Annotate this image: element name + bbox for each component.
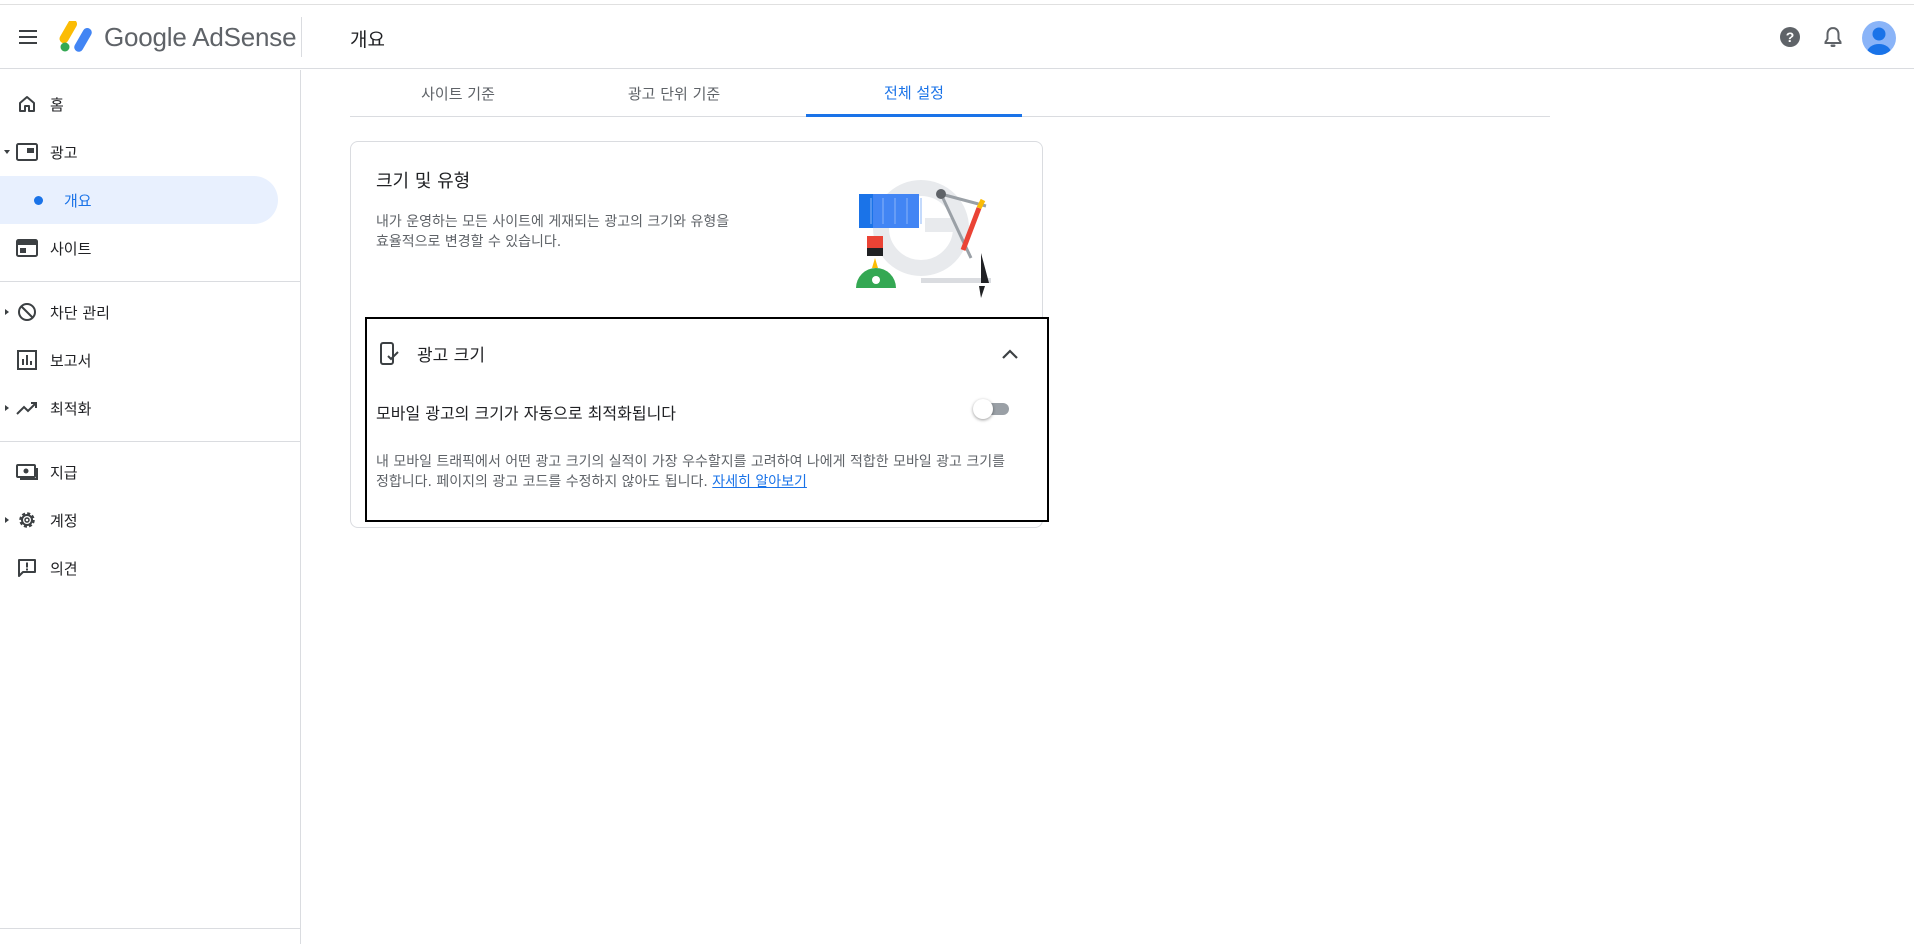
active-dot [34,195,43,205]
sidebar-divider [0,441,300,442]
svg-text:?: ? [1786,29,1795,45]
block-icon [15,300,39,324]
app-logo-text[interactable]: Google AdSense [104,22,297,53]
top-app-bar: Google AdSense 개요 ? [0,5,1914,69]
header-divider [301,17,302,57]
auto-optimize-toggle[interactable] [973,398,1011,420]
ad-size-panel: 광고 크기 모바일 광고의 크기가 자동으로 최적화됩니다 내 모바일 트래픽에… [365,317,1049,522]
collapsed-caret-icon [4,309,10,315]
help-icon[interactable]: ? [1776,23,1804,51]
sidebar-item-feedback[interactable]: 의견 [0,544,278,592]
payments-icon [15,460,39,484]
toggle-knob [973,399,993,419]
account-avatar[interactable] [1862,21,1896,55]
learn-more-link[interactable]: 자세히 알아보기 [712,474,807,490]
adsense-logo-icon [58,19,94,53]
sidebar-item-label: 광고 [50,143,78,162]
card-description: 내가 운영하는 모든 사이트에 게재되는 광고의 크기와 유형을 효율적으로 변… [376,214,730,250]
home-icon [15,92,39,116]
sidebar-item-label: 지급 [50,463,78,482]
sidebar-item-sites[interactable]: 사이트 [0,224,278,272]
sidebar-item-home[interactable]: 홈 [0,80,278,128]
collapsed-caret-icon [4,405,10,411]
feedback-icon [15,556,39,580]
main-menu-icon[interactable] [16,25,40,49]
sidebar-item-label: 홈 [50,95,64,114]
sidebar-item-account[interactable]: 계정 [0,496,278,544]
panel-description-text: 내 모바일 트래픽에서 어떤 광고 크기의 실적이 가장 우수할지를 고려하여 … [376,454,1006,490]
chevron-up-icon[interactable] [995,339,1025,369]
sidebar-divider [0,281,300,282]
tab-by-ad-unit[interactable]: 광고 단위 기준 [566,70,782,117]
sidebar-item-payments[interactable]: 지급 [0,448,278,496]
card-title: 크기 및 유형 [376,171,471,192]
tab-global-settings[interactable]: 전체 설정 [806,70,1022,117]
trending-up-icon [15,396,39,420]
sidebar-item-label: 보고서 [50,351,92,370]
collapsed-caret-icon [4,517,10,523]
ads-icon [15,140,39,164]
sidebar-item-label: 차단 관리 [50,303,110,322]
sites-icon [15,236,39,260]
sidebar-item-label: 의견 [50,559,78,578]
reports-icon [15,348,39,372]
auto-optimize-label: 모바일 광고의 크기가 자동으로 최적화됩니다 [376,404,677,423]
tab-by-site[interactable]: 사이트 기준 [350,70,566,117]
sidebar-item-label: 개요 [64,191,92,210]
settings-tabs: 사이트 기준 광고 단위 기준 전체 설정 [350,70,1550,117]
expanded-caret-icon [4,149,10,155]
settings-gear-icon [15,508,39,532]
sidebar-item-optimization[interactable]: 최적화 [0,384,278,432]
panel-description: 내 모바일 트래픽에서 어떤 광고 크기의 실적이 가장 우수할지를 고려하여 … [376,452,1016,492]
panel-title: 광고 크기 [417,346,485,366]
design-tools-illustration [851,158,1001,298]
sidebar: 홈 광고 개요 사이트 차단 관리 보고서 최적화 지급 계정 의견 [0,70,301,944]
notifications-icon[interactable] [1819,23,1847,51]
sidebar-item-label: 계정 [50,511,78,530]
sidebar-item-label: 최적화 [50,399,92,418]
sidebar-divider [0,928,300,929]
mobile-check-icon [377,341,401,367]
sidebar-item-block-controls[interactable]: 차단 관리 [0,288,278,336]
page-title: 개요 [350,29,385,51]
sidebar-item-reports[interactable]: 보고서 [0,336,278,384]
sidebar-item-ads[interactable]: 광고 [0,128,278,176]
sidebar-item-label: 사이트 [50,239,92,258]
sidebar-item-overview[interactable]: 개요 [0,176,278,224]
